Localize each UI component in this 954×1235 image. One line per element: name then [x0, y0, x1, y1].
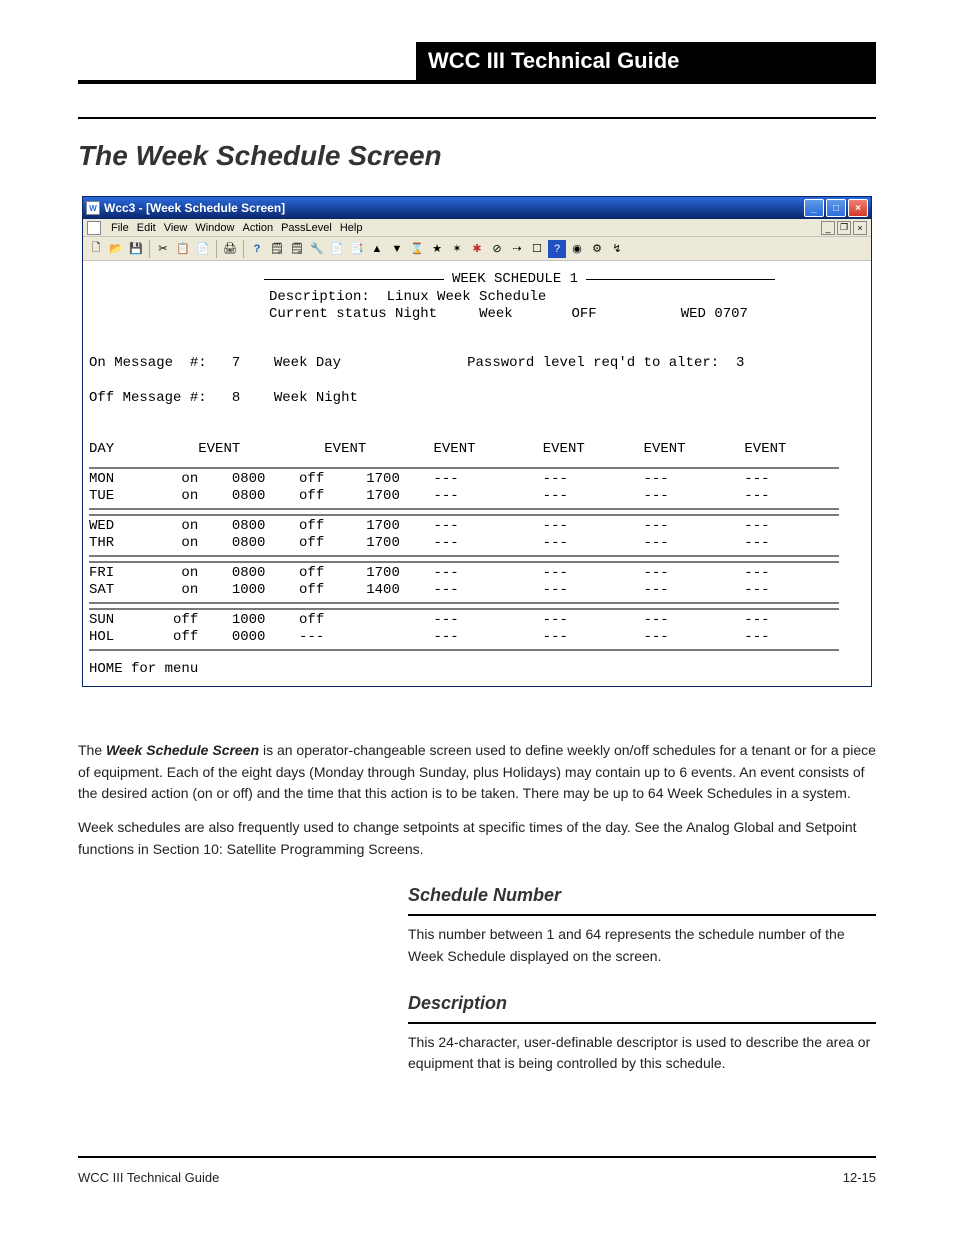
- rule-thin: [78, 117, 876, 119]
- schedule-row: FRI on 0800 off 1700 --- --- --- ---: [89, 565, 865, 583]
- tool-icon[interactable]: ↯: [608, 240, 626, 258]
- tool-icon[interactable]: 🔧: [308, 240, 326, 258]
- tool-icon[interactable]: ✱: [468, 240, 486, 258]
- separator-icon: [149, 240, 150, 258]
- tool-icon[interactable]: ✶: [448, 240, 466, 258]
- menu-edit[interactable]: Edit: [137, 222, 156, 234]
- window-title: Wcc3 - [Week Schedule Screen]: [104, 201, 804, 215]
- paste-icon[interactable]: 📄: [194, 240, 212, 258]
- titlebar[interactable]: W Wcc3 - [Week Schedule Screen] _ □ ×: [83, 197, 871, 219]
- tool-icon[interactable]: ▲: [368, 240, 386, 258]
- save-icon[interactable]: 💾: [127, 240, 145, 258]
- footer-rule: [78, 1156, 876, 1158]
- tool-icon[interactable]: ⇢: [508, 240, 526, 258]
- tool-icon[interactable]: ◉: [568, 240, 586, 258]
- print-icon[interactable]: 🖨: [221, 240, 239, 258]
- section-heading: The Week Schedule Screen: [78, 140, 442, 172]
- schedule-row: SUN off 1000 off --- --- --- ---: [89, 612, 865, 630]
- tool-icon[interactable]: 📄: [328, 240, 346, 258]
- minimize-button[interactable]: _: [804, 199, 824, 217]
- on-message-line: On Message #: 7 Week Day Password level …: [89, 355, 744, 371]
- field-description: This number between 1 and 64 represents …: [408, 924, 876, 967]
- topbar-left-blank: [78, 42, 416, 80]
- field-description: This 24-character, user-definable descri…: [408, 1032, 876, 1075]
- page-top-bar: WCC III Technical Guide: [78, 42, 876, 80]
- description-line: Description: Linux Week Schedule: [269, 289, 865, 307]
- schedule-row: HOL off 0000 --- --- --- --- ---: [89, 629, 865, 647]
- mdi-restore-button[interactable]: ❐: [837, 221, 851, 235]
- schedule-row: WED on 0800 off 1700 --- --- --- ---: [89, 518, 865, 536]
- menu-passlevel[interactable]: PassLevel: [281, 222, 332, 234]
- field-schedule-number: Schedule Number This number between 1 an…: [408, 882, 876, 967]
- column-headers: DAY EVENT EVENT EVENT EVENT EVENT EVENT: [89, 441, 865, 459]
- tool-icon[interactable]: 🗒: [288, 240, 306, 258]
- menu-file[interactable]: File: [111, 222, 129, 234]
- tool-icon[interactable]: ★: [428, 240, 446, 258]
- menubar: File Edit View Window Action PassLevel H…: [83, 219, 871, 237]
- app-window: W Wcc3 - [Week Schedule Screen] _ □ × Fi…: [82, 196, 872, 687]
- schedule-table: MON on 0800 off 1700 --- --- --- ---TUE …: [89, 467, 865, 651]
- open-icon[interactable]: 📂: [107, 240, 125, 258]
- doc-icon[interactable]: [87, 221, 101, 235]
- maximize-button[interactable]: □: [826, 199, 846, 217]
- tool-icon[interactable]: ⌛: [408, 240, 426, 258]
- tool-icon[interactable]: ⚙: [588, 240, 606, 258]
- emphasis: Week Schedule Screen: [106, 742, 259, 758]
- tool-icon[interactable]: 📑: [348, 240, 366, 258]
- field-rule: [408, 1022, 876, 1024]
- tool-icon[interactable]: 🗒: [268, 240, 286, 258]
- schedule-row: MON on 0800 off 1700 --- --- --- ---: [89, 471, 865, 489]
- schedule-row: SAT on 1000 off 1400 --- --- --- ---: [89, 582, 865, 600]
- app-icon: W: [86, 201, 100, 215]
- help-icon[interactable]: ?: [248, 240, 266, 258]
- tool-icon[interactable]: ▼: [388, 240, 406, 258]
- field-title: Schedule Number: [408, 882, 876, 910]
- cut-icon[interactable]: ✂: [154, 240, 172, 258]
- off-message-line: Off Message #: 8 Week Night: [89, 390, 358, 406]
- separator-icon: [216, 240, 217, 258]
- body-text: The Week Schedule Screen is an operator-…: [78, 740, 876, 1075]
- page-footer: WCC III Technical Guide 12-15: [78, 1170, 876, 1185]
- tool-icon[interactable]: ☐: [528, 240, 546, 258]
- schedule-row: THR on 0800 off 1700 --- --- --- ---: [89, 535, 865, 553]
- tool-icon[interactable]: ⊘: [488, 240, 506, 258]
- schedule-row: TUE on 0800 off 1700 --- --- --- ---: [89, 488, 865, 506]
- menu-help[interactable]: Help: [340, 222, 363, 234]
- banner-text: WEEK SCHEDULE 1: [452, 271, 578, 289]
- field-rule: [408, 914, 876, 916]
- terminal-content: WEEK SCHEDULE 1 Description: Linux Week …: [83, 261, 871, 686]
- status-line: Current status Night Week OFF WED 0707: [269, 306, 865, 324]
- tool-icon[interactable]: ?: [548, 240, 566, 258]
- rule-thick: [78, 80, 876, 84]
- field-description-block: Description This 24-character, user-defi…: [408, 990, 876, 1075]
- mdi-minimize-button[interactable]: _: [821, 221, 835, 235]
- guide-title: WCC III Technical Guide: [416, 42, 876, 80]
- close-button[interactable]: ×: [848, 199, 868, 217]
- mdi-close-button[interactable]: ×: [853, 221, 867, 235]
- schedule-banner: WEEK SCHEDULE 1: [89, 271, 865, 289]
- menu-window[interactable]: Window: [195, 222, 234, 234]
- footer-note: HOME for menu: [89, 661, 865, 679]
- paragraph: The Week Schedule Screen is an operator-…: [78, 740, 876, 805]
- menu-view[interactable]: View: [164, 222, 188, 234]
- paragraph: Week schedules are also frequently used …: [78, 817, 876, 860]
- copy-icon[interactable]: 📋: [174, 240, 192, 258]
- menu-action[interactable]: Action: [242, 222, 273, 234]
- field-title: Description: [408, 990, 876, 1018]
- footer-right: 12-15: [843, 1170, 876, 1185]
- toolbar: 🗋 📂 💾 ✂ 📋 📄 🖨 ? 🗒 🗒 🔧 📄 📑 ▲ ▼ ⌛ ★ ✶ ✱ ⊘ …: [83, 237, 871, 261]
- new-icon[interactable]: 🗋: [87, 240, 105, 258]
- separator-icon: [243, 240, 244, 258]
- footer-left: WCC III Technical Guide: [78, 1170, 219, 1185]
